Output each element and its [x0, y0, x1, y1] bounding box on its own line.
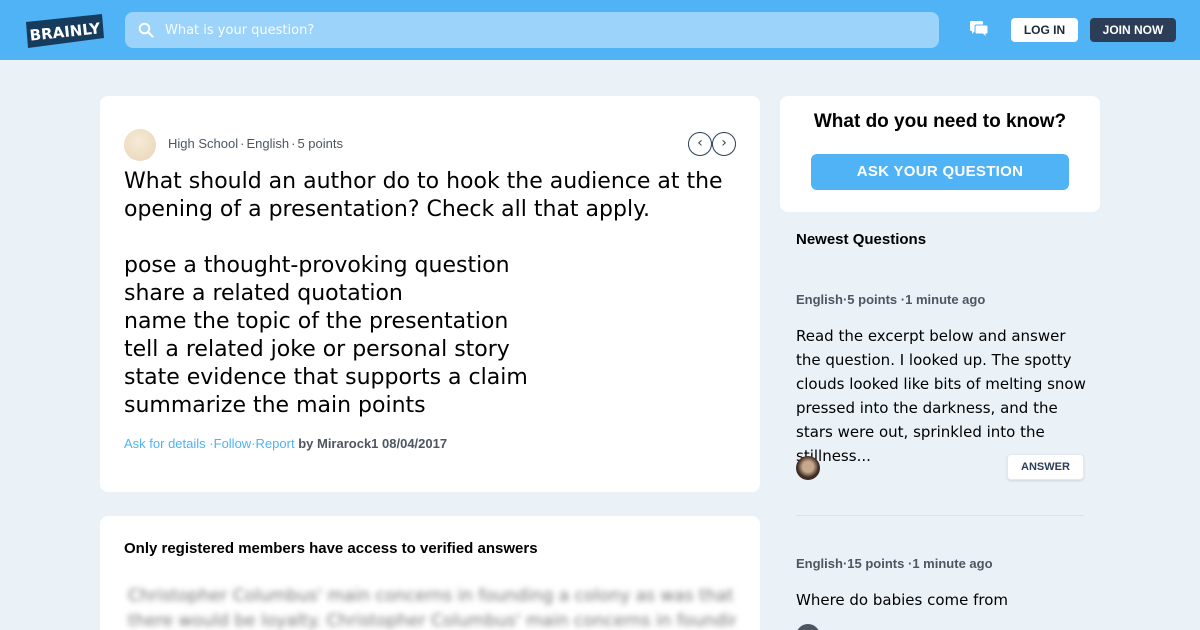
- newest-question-meta: English·15 points ·1 minute ago: [796, 556, 1084, 571]
- newest-question-avatar[interactable]: [796, 456, 820, 480]
- meta-separator: ·: [240, 136, 245, 151]
- newest-question-meta: English·5 points ·1 minute ago: [796, 292, 1084, 307]
- question-option: summarize the main points: [124, 393, 426, 418]
- answers-card: Only registered members have access to v…: [100, 516, 760, 630]
- blurred-line: there would be loyalty. Christopher Colu…: [128, 611, 736, 630]
- question-line: What should an author do to hook the aud…: [124, 169, 723, 194]
- question-card: High School · English · 5 points ‹ › What sh…: [100, 96, 760, 492]
- ask-for-details-link[interactable]: Ask for details: [124, 436, 206, 451]
- question-meta: High School · English · 5 points: [168, 136, 343, 151]
- answer-button[interactable]: ANSWER: [1007, 454, 1084, 480]
- blurred-answer-text: Christopher Columbus' main concerns in f…: [128, 584, 736, 630]
- newest-question-subject[interactable]: English: [796, 556, 843, 571]
- newest-question-avatar[interactable]: [796, 624, 820, 630]
- newest-question-points: 5 points: [847, 292, 898, 307]
- previous-question-button[interactable]: ‹: [688, 132, 712, 156]
- newest-question-text[interactable]: Where do babies come from: [796, 588, 1008, 612]
- report-link[interactable]: Report: [256, 436, 295, 451]
- question-actions: Ask for details ·Follow·Report by Miraro…: [124, 436, 447, 451]
- question-level[interactable]: High School: [168, 136, 238, 151]
- question-navigation: ‹ ›: [688, 132, 738, 156]
- newest-question-subject[interactable]: English: [796, 292, 843, 307]
- newest-question-points: 15 points: [847, 556, 905, 571]
- newest-question-text[interactable]: Read the excerpt below and answer the qu…: [796, 324, 1086, 468]
- newest-question-item: English·15 points ·1 minute ago Where do…: [796, 556, 1084, 609]
- question-line: [124, 224, 734, 252]
- ask-your-question-button[interactable]: ASK YOUR QUESTION: [811, 154, 1069, 190]
- question-option: tell a related joke or personal story: [124, 337, 510, 362]
- newest-question-time: 1 minute ago: [912, 556, 993, 571]
- question-text: What should an author do to hook the aud…: [124, 168, 734, 420]
- question-option: state evidence that supports a claim: [124, 365, 528, 390]
- question-option: pose a thought-provoking question: [124, 253, 510, 278]
- follow-link[interactable]: Follow: [214, 436, 252, 451]
- asker-avatar[interactable]: [124, 129, 156, 161]
- question-points: 5 points: [297, 136, 343, 151]
- divider: [796, 515, 1084, 516]
- login-button[interactable]: LOG IN: [1011, 18, 1078, 42]
- ask-heading: What do you need to know?: [813, 111, 1067, 132]
- answers-locked-title: Only registered members have access to v…: [124, 540, 538, 557]
- join-now-button[interactable]: JOIN NOW: [1090, 18, 1176, 42]
- newest-questions-title: Newest Questions: [796, 231, 927, 248]
- ask-question-card: What do you need to know? ASK YOUR QUEST…: [780, 96, 1100, 212]
- question-line: opening of a presentation? Check all tha…: [124, 197, 650, 222]
- asker-info: by Mirarock1 08/04/2017: [298, 436, 448, 451]
- newest-question-time: 1 minute ago: [905, 292, 986, 307]
- brainly-logo[interactable]: BRAINLY: [24, 14, 106, 48]
- top-navigation-bar: BRAINLY LOG IN JOIN NOW: [0, 0, 1200, 60]
- blurred-line: Christopher Columbus' main concerns in f…: [128, 586, 734, 606]
- search-input[interactable]: [165, 12, 925, 48]
- search-icon[interactable]: [138, 22, 154, 38]
- search-bar: [125, 12, 939, 48]
- question-subject[interactable]: English: [246, 136, 289, 151]
- question-option: share a related quotation: [124, 281, 403, 306]
- newest-question-item: English·5 points ·1 minute ago Read the …: [796, 292, 1086, 480]
- chat-icon[interactable]: [969, 20, 989, 38]
- meta-separator: ·: [291, 136, 296, 151]
- next-question-button[interactable]: ›: [712, 132, 736, 156]
- question-option: name the topic of the presentation: [124, 309, 509, 334]
